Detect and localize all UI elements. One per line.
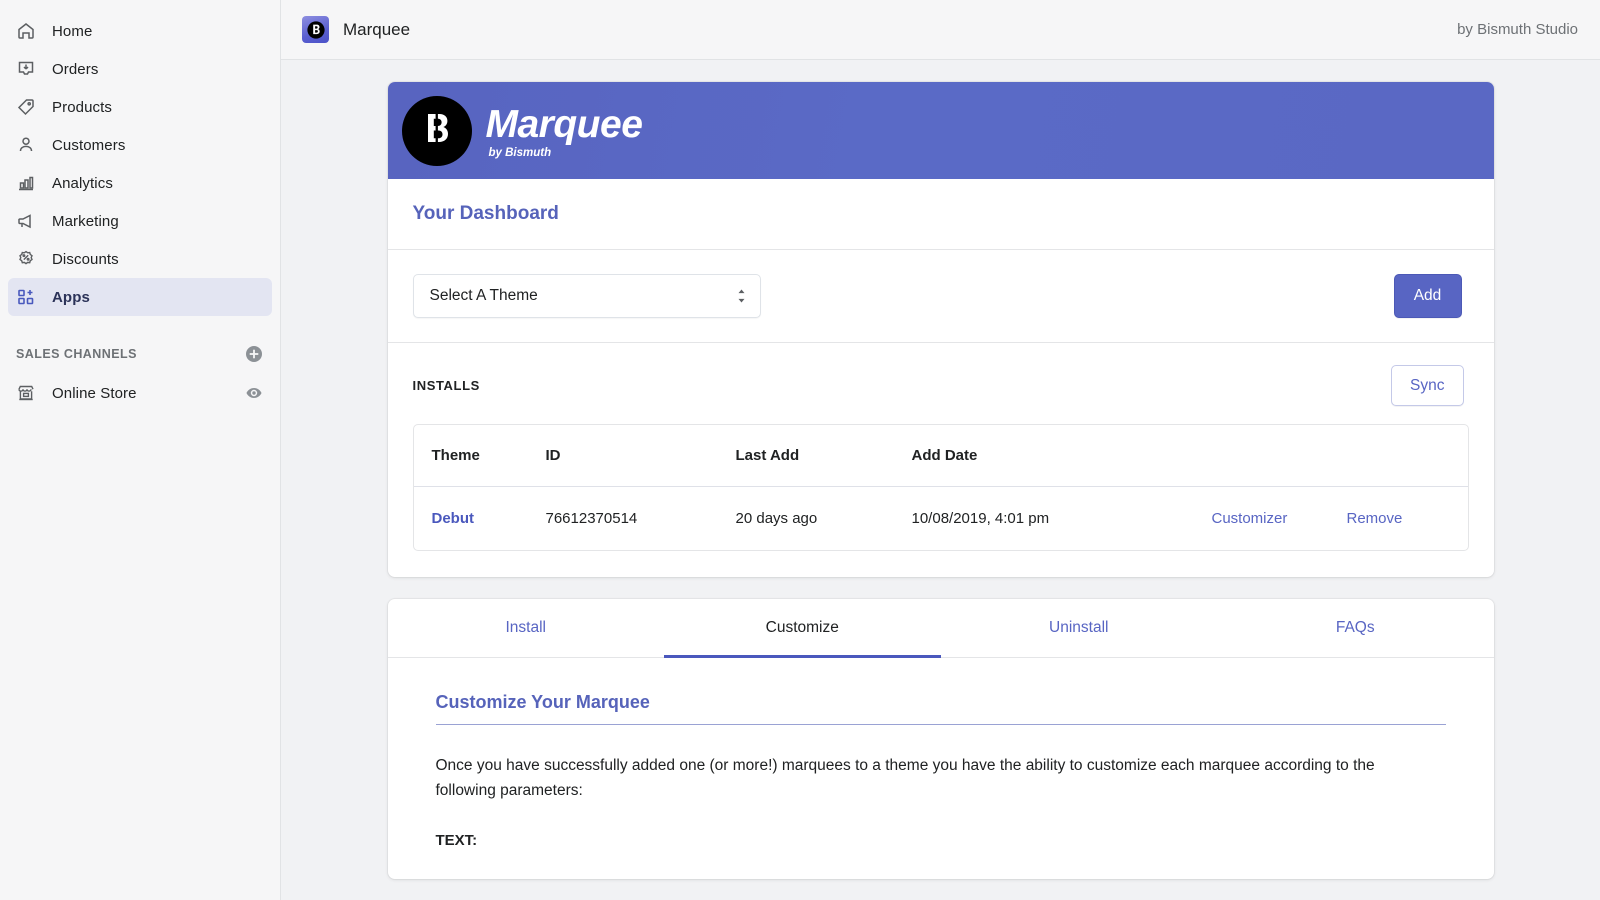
marquee-banner: Marquee by Bismuth <box>387 82 1494 179</box>
app-root: Home Orders Products Customers Analytics… <box>0 0 1600 900</box>
main-area: Marquee by Bismuth Studio Marquee by Bis… <box>281 0 1600 900</box>
sidebar-item-online-store[interactable]: Online Store <box>8 374 272 412</box>
bar-chart-icon <box>16 173 36 193</box>
banner-title: Marquee <box>485 103 643 146</box>
cell-theme: Debut <box>414 487 546 551</box>
app-byline: by Bismuth Studio <box>1457 21 1578 38</box>
parameter-label-text: TEXT: <box>435 832 478 850</box>
sidebar-item-label: Products <box>52 98 112 116</box>
column-header-id: ID <box>545 425 736 487</box>
sidebar-item-label: Customers <box>52 136 126 154</box>
installs-table-wrapper: Theme ID Last Add Add Date Debut 7661237… <box>412 424 1469 551</box>
sidebar-item-marketing[interactable]: Marketing <box>8 202 272 240</box>
installs-label: INSTALLS <box>412 378 480 393</box>
sidebar-item-label: Apps <box>52 288 90 306</box>
home-icon <box>16 21 36 41</box>
sidebar-item-label: Analytics <box>52 174 113 192</box>
sync-button[interactable]: Sync <box>1391 365 1464 406</box>
tab-uninstall[interactable]: Uninstall <box>941 599 1218 658</box>
bismuth-b-circle-logo-icon <box>401 95 472 166</box>
percent-badge-icon <box>16 249 36 269</box>
theme-select-row: Select A Theme Add <box>387 250 1494 343</box>
sidebar-item-label: Discounts <box>52 250 119 268</box>
installs-table: Theme ID Last Add Add Date Debut 7661237… <box>413 425 1468 551</box>
sidebar-item-label: Marketing <box>52 212 119 230</box>
sidebar-item-orders[interactable]: Orders <box>8 50 272 88</box>
column-header-last-add: Last Add <box>735 425 912 487</box>
customizer-link[interactable]: Customizer <box>1212 510 1288 527</box>
table-head: Theme ID Last Add Add Date <box>413 425 1468 487</box>
sidebar-item-apps[interactable]: Apps <box>8 278 272 316</box>
sidebar-item-customers[interactable]: Customers <box>8 126 272 164</box>
table-header-row: Theme ID Last Add Add Date <box>413 425 1468 487</box>
theme-link-debut[interactable]: Debut <box>432 510 475 527</box>
storefront-icon <box>16 383 36 403</box>
sidebar-item-home[interactable]: Home <box>8 12 272 50</box>
column-header-add-date: Add Date <box>911 425 1212 487</box>
banner-text-block: Marquee by Bismuth <box>486 105 643 159</box>
apps-grid-plus-icon <box>16 287 36 307</box>
add-button[interactable]: Add <box>1393 274 1462 318</box>
tab-customize[interactable]: Customize <box>664 599 941 658</box>
person-icon <box>16 135 36 155</box>
select-updown-arrows-icon <box>735 287 748 305</box>
sidebar-item-label: Orders <box>52 60 99 78</box>
cell-customizer: Customizer <box>1212 487 1347 551</box>
page-title: Your Dashboard <box>412 203 559 224</box>
plus-circle-icon[interactable] <box>244 344 264 364</box>
cell-add-date: 10/08/2019, 4:01 pm <box>911 510 1050 527</box>
orders-icon <box>16 59 36 79</box>
column-header-action-1 <box>1211 425 1347 487</box>
table-body: Debut 76612370514 20 days ago 10/08/2019… <box>414 487 1468 551</box>
app-title: Marquee <box>343 19 411 39</box>
installs-header-row: INSTALLS Sync <box>388 343 1494 424</box>
sidebar-item-products[interactable]: Products <box>8 88 272 126</box>
table-row: Debut 76612370514 20 days ago 10/08/2019… <box>414 487 1468 551</box>
page-scroll-area[interactable]: Marquee by Bismuth Your Dashboard Select… <box>281 60 1600 900</box>
theme-select[interactable]: Select A Theme <box>412 274 761 318</box>
column-header-theme: Theme <box>413 425 546 487</box>
sidebar-item-label: Home <box>52 22 93 40</box>
sales-channels-title: SALES CHANNELS <box>16 347 137 361</box>
tag-icon <box>16 97 36 117</box>
dashboard-title-row: Your Dashboard <box>387 179 1494 250</box>
banner-subtitle: by Bismuth <box>488 147 552 159</box>
megaphone-icon <box>16 211 36 231</box>
tabs-card: Install Customize Uninstall FAQs Customi… <box>387 599 1494 880</box>
section-paragraph: Once you have successfully added one (or… <box>435 757 1375 800</box>
remove-link[interactable]: Remove <box>1347 510 1403 527</box>
column-header-action-2 <box>1346 425 1468 487</box>
app-topbar: Marquee by Bismuth Studio <box>281 0 1600 60</box>
tab-bar: Install Customize Uninstall FAQs <box>387 599 1494 658</box>
tab-panel-customize: Customize Your Marquee Once you have suc… <box>388 658 1494 879</box>
eye-icon[interactable] <box>244 383 264 403</box>
cell-id: 76612370514 <box>545 510 638 527</box>
sidebar-item-analytics[interactable]: Analytics <box>8 164 272 202</box>
cell-last-add: 20 days ago <box>735 510 818 527</box>
bismuth-b-logo-icon <box>302 16 329 43</box>
sidebar-item-discounts[interactable]: Discounts <box>8 240 272 278</box>
page-content: Marquee by Bismuth Your Dashboard Select… <box>387 82 1494 880</box>
section-heading: Customize Your Marquee <box>435 692 1446 725</box>
tab-install[interactable]: Install <box>388 599 665 658</box>
sales-channels-header: SALES CHANNELS <box>16 338 264 370</box>
theme-select-value: Select A Theme <box>429 287 538 304</box>
sidebar-item-label: Online Store <box>52 384 137 402</box>
tab-faqs[interactable]: FAQs <box>1217 599 1494 658</box>
dashboard-card: Marquee by Bismuth Your Dashboard Select… <box>387 82 1494 577</box>
cell-remove: Remove <box>1347 487 1468 551</box>
sidebar: Home Orders Products Customers Analytics… <box>0 0 281 900</box>
